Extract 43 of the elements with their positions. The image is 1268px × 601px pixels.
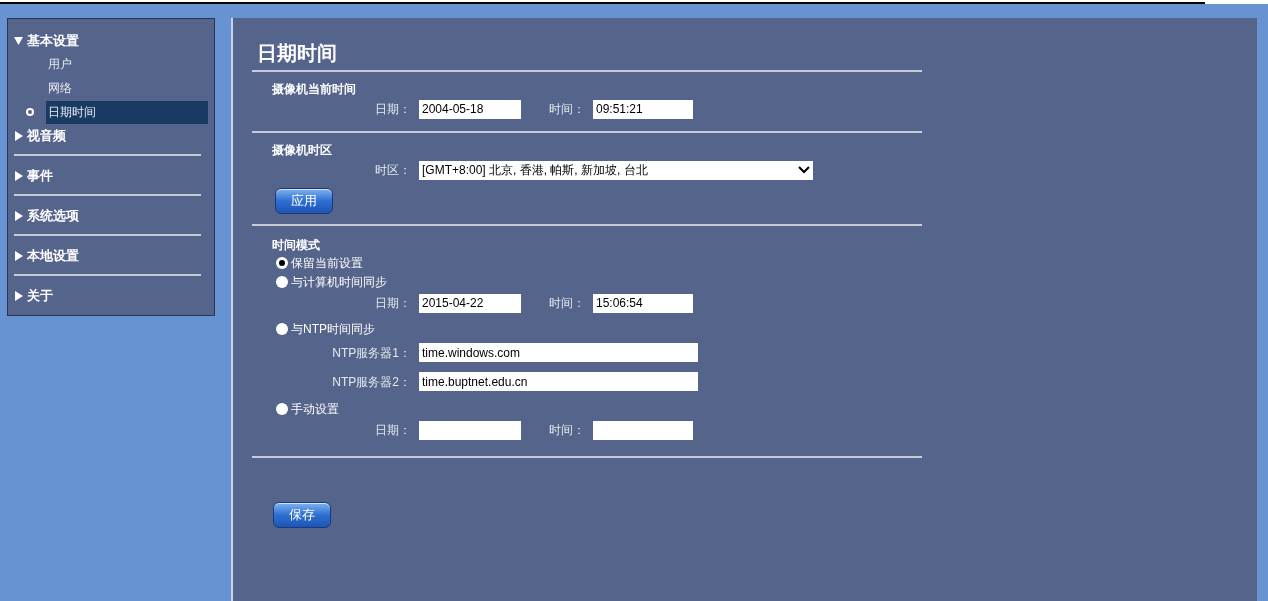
option-label: 与计算机时间同步 (291, 273, 387, 291)
menu-group[interactable]: 本地设置 (14, 248, 208, 264)
text-field[interactable]: 2015-04-22 (419, 293, 521, 313)
text-field[interactable]: 09:51:21 (593, 99, 693, 119)
field-label: 日期： (374, 101, 412, 118)
action-button[interactable]: 保存 (273, 502, 331, 528)
menu-item[interactable]: 用户 (46, 52, 208, 76)
field-label: 时间： (548, 101, 586, 118)
field-label: 日期： (374, 422, 412, 439)
field-label: 时间： (548, 295, 586, 312)
menu-item[interactable]: 日期时间 (46, 100, 208, 124)
text-field[interactable]: 2004-05-18 (419, 99, 521, 119)
option-label: 手动设置 (291, 400, 339, 418)
menu-group[interactable]: 系统选项 (14, 208, 208, 224)
section-heading: 摄像机当前时间 (272, 81, 357, 97)
text-field[interactable]: time.buptnet.edu.cn (419, 372, 698, 391)
text-field[interactable] (419, 420, 521, 440)
chevron-down-icon (798, 166, 810, 174)
field-label: NTP服务器2： (331, 373, 412, 391)
menu-item[interactable]: 网络 (46, 76, 208, 100)
menu-group[interactable]: 事件 (14, 168, 208, 184)
option-label: 与NTP时间同步 (291, 320, 375, 338)
field-label: 日期： (374, 295, 412, 312)
selected-marker-icon (26, 108, 34, 116)
radio-button[interactable] (276, 322, 288, 335)
field-label: NTP服务器1： (331, 344, 412, 362)
radio-button[interactable] (276, 275, 288, 288)
menu-group[interactable]: 关于 (14, 288, 208, 304)
text-field[interactable] (593, 420, 693, 440)
text-field[interactable]: time.windows.com (419, 343, 698, 362)
field-label: 时区： (374, 162, 412, 179)
page-title: 日期时间 (256, 41, 338, 66)
text-field[interactable]: 15:06:54 (593, 293, 693, 313)
menu-group[interactable]: 视音频 (14, 128, 208, 144)
radio-button[interactable] (276, 256, 288, 269)
field-label: 时间： (548, 422, 586, 439)
action-button[interactable]: 应用 (275, 188, 333, 214)
option-label: 保留当前设置 (291, 254, 363, 272)
timezone-select[interactable]: [GMT+8:00] 北京, 香港, 帕斯, 新加坡, 台北 (419, 160, 813, 180)
section-heading: 摄像机时区 (272, 142, 333, 158)
menu-group[interactable]: 基本设置 (14, 33, 208, 49)
section-heading: 时间模式 (272, 237, 321, 253)
radio-button[interactable] (276, 402, 288, 415)
